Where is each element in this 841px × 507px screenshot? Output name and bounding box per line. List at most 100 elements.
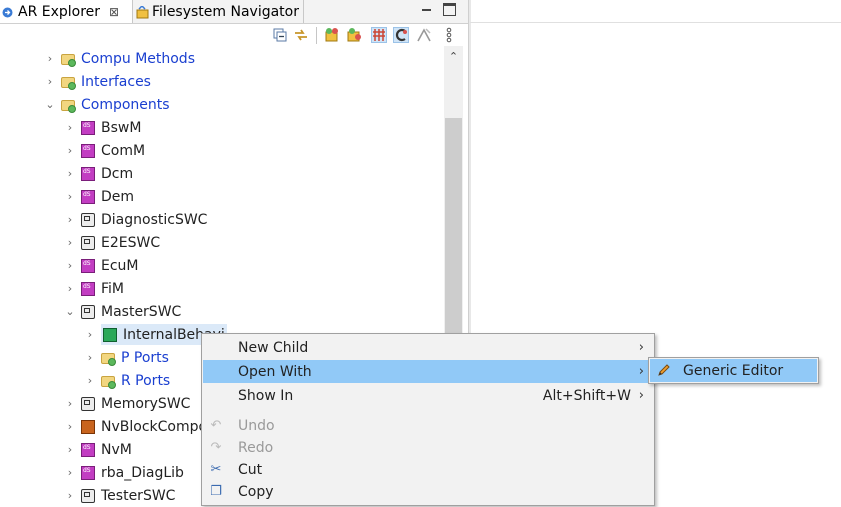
view-tab-bar: AR Explorer ⊠ Filesystem Navigator xyxy=(0,0,468,24)
tree-item-p-ports[interactable]: › P Ports xyxy=(83,346,169,369)
expand-chevron-icon[interactable]: › xyxy=(43,52,57,65)
expand-chevron-icon[interactable]: › xyxy=(63,213,77,226)
cut-icon: ✂ xyxy=(210,461,222,477)
expand-chevron-icon[interactable]: › xyxy=(63,144,77,157)
tree-item-ecum[interactable]: › EcuM xyxy=(63,254,139,277)
tree-item-memoryswc[interactable]: › MemorySWC xyxy=(63,392,191,415)
nvblock-icon xyxy=(81,419,95,434)
redo-icon: ↷ xyxy=(210,439,222,455)
tree-item-dcm[interactable]: › Dcm xyxy=(63,162,133,185)
tree-item-label: MemorySWC xyxy=(101,395,191,412)
expand-chevron-icon[interactable]: › xyxy=(63,443,77,456)
expand-chevron-icon[interactable]: › xyxy=(63,282,77,295)
expand-chevron-icon[interactable]: › xyxy=(63,489,77,502)
view-menu-icon[interactable] xyxy=(444,27,460,43)
folder-icon xyxy=(61,77,76,90)
tree-item-components[interactable]: ⌄ Components xyxy=(43,93,170,116)
menu-item-new-child[interactable]: New Child › xyxy=(203,336,653,359)
toolbar-separator xyxy=(316,27,317,44)
tree-item-interfaces[interactable]: › Interfaces xyxy=(43,70,151,93)
tree-item-diagnosticswc[interactable]: › DiagnosticSWC xyxy=(63,208,208,231)
tree-item-bswm[interactable]: › BswM xyxy=(63,116,142,139)
bsw-module-icon xyxy=(81,281,95,296)
menu-item-label: Generic Editor xyxy=(683,362,784,379)
expand-chevron-icon[interactable]: › xyxy=(63,397,77,410)
tree-item-masterswc[interactable]: ⌄ MasterSWC xyxy=(63,300,181,323)
bsw-module-icon xyxy=(81,143,95,158)
bsw-module-icon xyxy=(81,189,95,204)
link-with-editor-icon[interactable] xyxy=(293,27,309,43)
swc-icon xyxy=(81,396,95,411)
expand-chevron-icon[interactable]: › xyxy=(63,420,77,433)
tree-item-testerswc[interactable]: › TesterSWC xyxy=(63,484,176,507)
tab-filesystem-navigator[interactable]: Filesystem Navigator xyxy=(134,0,304,23)
close-icon[interactable]: ⊠ xyxy=(109,5,119,19)
filesystem-navigator-icon xyxy=(136,4,149,19)
view-toolbar xyxy=(0,24,468,46)
filter-icon-5[interactable] xyxy=(416,27,432,43)
tree-item-compu-methods[interactable]: › Compu Methods xyxy=(43,47,195,70)
folder-icon xyxy=(61,100,76,113)
copy-icon: ❐ xyxy=(210,483,222,499)
expand-chevron-icon[interactable]: › xyxy=(63,190,77,203)
menu-item-redo[interactable]: ↷ Redo xyxy=(203,436,653,459)
scroll-up-arrow-icon[interactable]: ⌃ xyxy=(444,46,463,68)
maximize-icon[interactable] xyxy=(443,3,456,16)
menu-item-label: New Child xyxy=(238,339,309,356)
expand-chevron-icon[interactable]: › xyxy=(63,236,77,249)
tree-item-nvm[interactable]: › NvM xyxy=(63,438,132,461)
pencil-icon xyxy=(656,362,672,378)
menu-item-shortcut: Alt+Shift+W xyxy=(542,387,631,404)
tree-item-label: TesterSWC xyxy=(101,487,176,504)
tree-item-label: EcuM xyxy=(101,257,139,274)
expand-chevron-icon[interactable]: › xyxy=(83,328,97,341)
menu-item-open-with[interactable]: Open With › xyxy=(203,360,653,383)
expand-chevron-icon[interactable]: › xyxy=(83,374,97,387)
tree-item-label: ComM xyxy=(101,142,146,159)
expand-chevron-icon[interactable]: › xyxy=(63,259,77,272)
folder-icon xyxy=(101,353,116,366)
menu-item-undo[interactable]: ↶ Undo xyxy=(203,414,653,437)
menu-item-generic-editor[interactable]: Generic Editor xyxy=(650,359,817,382)
expand-chevron-icon[interactable]: › xyxy=(83,351,97,364)
collapse-chevron-icon[interactable]: ⌄ xyxy=(43,98,57,111)
menu-item-label: Show In xyxy=(238,387,294,404)
tree-item-rba-diaglib[interactable]: › rba_DiagLib xyxy=(63,461,184,484)
menu-item-copy[interactable]: ❐ Copy xyxy=(203,480,653,503)
tree-item-dem[interactable]: › Dem xyxy=(63,185,134,208)
bsw-module-icon xyxy=(81,442,95,457)
expand-chevron-icon[interactable]: › xyxy=(43,75,57,88)
tab-ar-explorer[interactable]: AR Explorer ⊠ xyxy=(0,0,133,23)
bsw-module-icon xyxy=(81,465,95,480)
collapse-chevron-icon[interactable]: ⌄ xyxy=(63,305,77,318)
filter-icon-2[interactable] xyxy=(346,27,362,43)
menu-item-cut[interactable]: ✂ Cut xyxy=(203,458,653,481)
expand-chevron-icon[interactable]: › xyxy=(63,121,77,134)
minimize-icon[interactable] xyxy=(420,3,433,16)
bsw-module-icon xyxy=(81,120,95,135)
expand-chevron-icon[interactable]: › xyxy=(63,466,77,479)
tree-item-fim[interactable]: › FiM xyxy=(63,277,124,300)
internal-behavior-icon xyxy=(103,327,117,342)
menu-item-label: Undo xyxy=(238,417,275,434)
undo-icon: ↶ xyxy=(210,417,222,433)
editor-area-top-border xyxy=(470,22,841,23)
tree-item-nvblockcompo[interactable]: › NvBlockCompo xyxy=(63,415,207,438)
tree-item-label: E2ESWC xyxy=(101,234,161,251)
tree-item-comm[interactable]: › ComM xyxy=(63,139,145,162)
expand-chevron-icon[interactable]: › xyxy=(63,167,77,180)
tab-label: AR Explorer xyxy=(18,3,101,20)
tree-item-label: Components xyxy=(81,96,170,113)
collapse-all-icon[interactable] xyxy=(272,27,288,43)
tree-item-r-ports[interactable]: › R Ports xyxy=(83,369,170,392)
menu-item-label: Open With xyxy=(238,363,312,380)
tree-item-label: Dem xyxy=(101,188,135,205)
filter-icon-3[interactable] xyxy=(371,27,387,43)
swc-icon xyxy=(81,212,95,227)
filter-icon-4[interactable] xyxy=(393,27,409,43)
tree-item-label: rba_DiagLib xyxy=(101,464,184,481)
menu-item-label: Copy xyxy=(238,483,274,500)
menu-item-show-in[interactable]: Show In Alt+Shift+W › xyxy=(203,384,653,407)
tree-item-e2eswc[interactable]: › E2ESWC xyxy=(63,231,160,254)
filter-icon-1[interactable] xyxy=(324,27,340,43)
